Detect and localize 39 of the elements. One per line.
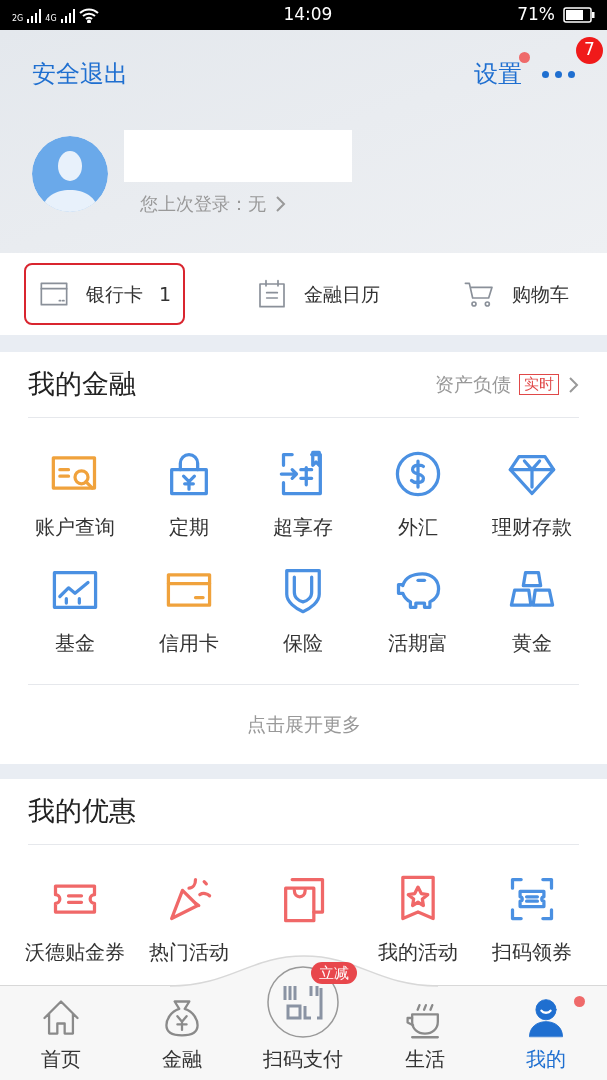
network-label: 2G [12, 15, 24, 23]
count-badge: 7 [576, 36, 603, 64]
logout-link[interactable]: 安全退出 [32, 56, 128, 92]
grid-item[interactable]: 外汇 [387, 448, 448, 542]
grid-item[interactable]: 定期 [159, 448, 220, 542]
grid-item[interactable]: 活期富 [383, 564, 452, 658]
grid-item[interactable]: 保险 [273, 564, 334, 658]
tab[interactable]: 生活 [404, 1044, 445, 1074]
grid-item[interactable]: 热门活动 [145, 873, 234, 967]
section-title: 我的金融 [28, 367, 136, 402]
network-label: 4G [45, 15, 57, 23]
balance-link[interactable]: 资产负债 实时 [435, 370, 579, 399]
shortcut-item[interactable]: 金融日历 [241, 263, 394, 325]
discount-badge: 立减 [310, 962, 357, 984]
signal-icon [60, 9, 75, 23]
shortcut-item[interactable]: 银行卡 1 [24, 263, 186, 325]
chevron-icon [274, 194, 286, 213]
grid-item[interactable]: 我的活动 [373, 873, 462, 967]
tab[interactable]: 金融 [162, 1044, 203, 1074]
grid-item[interactable]: 超享存 [269, 448, 338, 542]
grid-item[interactable]: 账户查询 [31, 448, 120, 542]
grid-item[interactable]: 沃德贴金券 [21, 873, 130, 967]
grid-item[interactable]: 信用卡 [155, 564, 224, 658]
wifi-icon [78, 7, 99, 23]
grid-item[interactable]: 扫码领券 [487, 873, 576, 967]
tab[interactable]: 首页 [40, 1044, 81, 1074]
grid-item[interactable]: 黄金 [501, 564, 562, 658]
clock: 14:09 [283, 3, 333, 27]
tab[interactable]: 扫码支付 [263, 1044, 344, 1074]
signal-icon [27, 9, 42, 23]
battery-percent: 71% [517, 3, 555, 27]
grid-item[interactable]: 基金 [45, 564, 106, 658]
battery-icon [563, 7, 595, 23]
grid-item[interactable]: 理财存款 [487, 448, 576, 542]
section-title: 我的优惠 [28, 794, 136, 829]
tab[interactable]: 我的 [526, 1044, 567, 1074]
shortcut-item[interactable]: 购物车 [450, 263, 583, 325]
settings-link[interactable]: 设置 [474, 56, 522, 92]
chevron-icon [567, 375, 579, 394]
